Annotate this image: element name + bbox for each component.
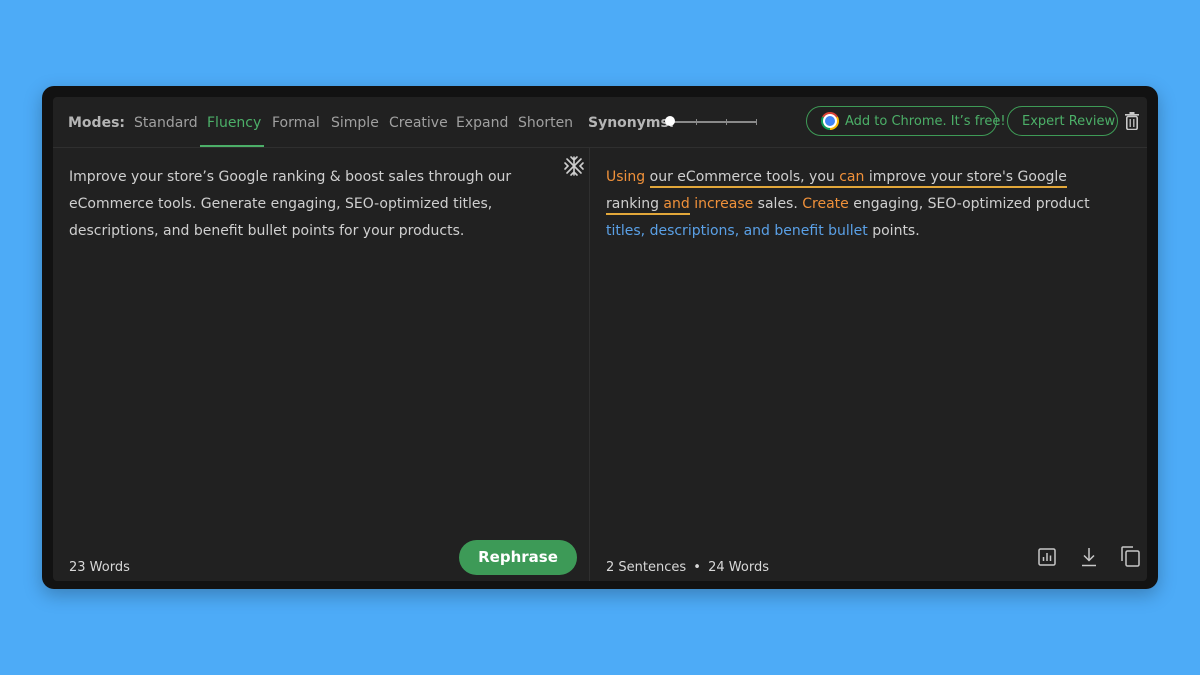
longest-unchanged-words[interactable]: titles, descriptions, and benefit bullet — [606, 223, 868, 239]
synonyms-label: Synonyms: — [588, 115, 675, 131]
input-word-count: 23 Words — [69, 560, 130, 575]
trash-icon[interactable] — [1125, 112, 1139, 130]
statistics-icon[interactable] — [1038, 548, 1056, 566]
expert-review-label: Expert Review — [1022, 114, 1116, 129]
mode-shorten[interactable]: Shorten — [518, 115, 573, 131]
changed-word[interactable]: can — [839, 169, 865, 188]
slider-track — [665, 121, 757, 123]
paraphraser-app: Modes: Standard Fluency Formal Simple Cr… — [53, 97, 1147, 581]
slider-tick — [756, 119, 757, 125]
changed-word[interactable]: and — [663, 196, 690, 215]
slider-tick — [726, 119, 727, 125]
sentence-count: 2 Sentences — [606, 560, 687, 575]
modes-label: Modes: — [68, 115, 125, 131]
slider-knob[interactable] — [665, 116, 675, 126]
chrome-logo-icon — [821, 112, 839, 130]
output-text: engaging, SEO-optimized product — [848, 196, 1090, 212]
stats-separator: • — [693, 560, 701, 575]
mode-creative[interactable]: Creative — [389, 115, 448, 131]
active-mode-indicator — [200, 145, 264, 147]
download-icon[interactable] — [1080, 547, 1098, 567]
output-text: sales. — [753, 196, 803, 212]
structural-change[interactable]: our eCommerce tools, you — [649, 169, 840, 188]
output-text: points. — [867, 223, 920, 239]
changed-word[interactable]: increase — [694, 196, 753, 212]
mode-fluency[interactable]: Fluency — [207, 115, 261, 131]
freeze-words-icon[interactable] — [563, 155, 585, 177]
changed-word[interactable]: Using — [606, 169, 645, 185]
mode-expand[interactable]: Expand — [456, 115, 508, 131]
copy-icon[interactable] — [1121, 546, 1140, 567]
mode-simple[interactable]: Simple — [331, 115, 379, 131]
rephrase-button[interactable]: Rephrase — [459, 540, 577, 575]
add-to-chrome-button[interactable]: Add to Chrome. It’s free! — [806, 106, 1006, 136]
output-stats: 2 Sentences • 24 Words — [606, 560, 769, 575]
toolbar: Modes: Standard Fluency Formal Simple Cr… — [53, 97, 1147, 148]
pane-divider — [589, 148, 590, 581]
output-text-area[interactable]: Using our eCommerce tools, you can impro… — [606, 164, 1116, 245]
mode-standard[interactable]: Standard — [134, 115, 198, 131]
changed-word[interactable]: Create — [802, 196, 849, 212]
expert-review-button[interactable]: Expert Review — [1007, 106, 1118, 136]
slider-tick — [696, 119, 697, 125]
app-window-frame: Modes: Standard Fluency Formal Simple Cr… — [42, 86, 1158, 589]
output-word-count: 24 Words — [708, 560, 769, 575]
synonyms-slider[interactable] — [665, 115, 757, 129]
input-text-area[interactable]: Improve your store’s Google ranking & bo… — [69, 164, 549, 245]
mode-formal[interactable]: Formal — [272, 115, 320, 131]
add-to-chrome-label: Add to Chrome. It’s free! — [845, 114, 1006, 129]
